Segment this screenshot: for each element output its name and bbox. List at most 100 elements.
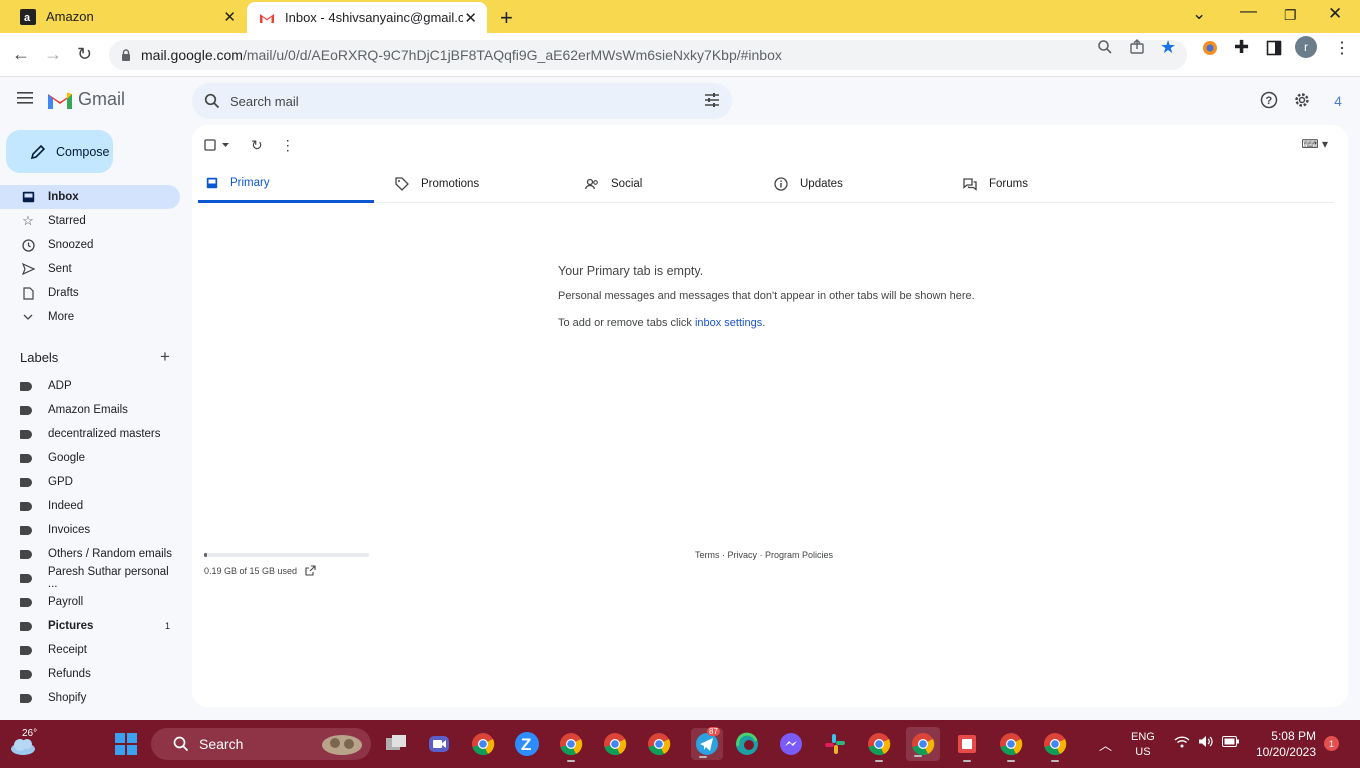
label-tag-icon: [20, 381, 32, 391]
nav-item-more[interactable]: More: [0, 305, 180, 329]
bookmark-star-icon[interactable]: ★: [1160, 37, 1176, 58]
tab-social[interactable]: Social: [577, 165, 753, 203]
chrome-icon[interactable]: [471, 732, 495, 756]
show-hidden-icons-chevron-icon[interactable]: ︿: [1099, 735, 1112, 754]
chrome-profile-icon[interactable]: [867, 732, 891, 762]
nav-item-sent[interactable]: Sent: [0, 257, 180, 281]
back-icon[interactable]: ←: [12, 44, 30, 65]
label-item[interactable]: Indeed: [0, 494, 180, 518]
tab-updates[interactable]: Updates: [766, 165, 942, 203]
wifi-icon[interactable]: [1174, 735, 1190, 751]
windows-start-icon[interactable]: [115, 733, 137, 760]
notification-count-badge[interactable]: 1: [1324, 736, 1339, 751]
forward-icon[interactable]: →: [44, 44, 62, 65]
label-item[interactable]: Paresh Suthar personal ...: [0, 566, 180, 590]
label-item[interactable]: Amazon Emails: [0, 398, 180, 422]
zoom-search-icon[interactable]: [1097, 39, 1113, 60]
label-item[interactable]: Shopify: [0, 686, 180, 710]
tab-forums[interactable]: Forums: [955, 165, 1131, 203]
snipping-tool-icon[interactable]: [955, 732, 979, 762]
reload-icon[interactable]: ↻: [77, 44, 92, 65]
telegram-icon[interactable]: 87: [691, 727, 723, 760]
chrome-profile-icon[interactable]: [559, 732, 583, 762]
extension-orange-icon[interactable]: [1202, 40, 1218, 61]
external-link-icon[interactable]: [305, 565, 316, 576]
main-menu-icon[interactable]: [17, 91, 35, 105]
share-icon[interactable]: [1129, 39, 1145, 60]
messenger-icon[interactable]: [779, 732, 803, 756]
teams-meet-icon[interactable]: [427, 732, 451, 756]
extensions-puzzle-icon[interactable]: ✚: [1234, 37, 1249, 58]
compose-button[interactable]: Compose: [6, 130, 113, 173]
add-label-icon[interactable]: +: [160, 347, 170, 367]
search-input[interactable]: [230, 93, 670, 109]
taskbar-search-box[interactable]: Search: [151, 728, 371, 760]
chrome-profile-icon[interactable]: [603, 732, 627, 756]
clock-time: 5:08 PM: [1271, 729, 1316, 743]
browser-tab-inbox[interactable]: Inbox - 4shivsanyainc@gmail.co ✕: [247, 2, 487, 33]
label-tag-icon: [20, 693, 32, 703]
nav-item-starred[interactable]: ☆ Starred: [0, 209, 180, 233]
account-avatar[interactable]: 4: [1327, 90, 1349, 112]
label-item[interactable]: GPD: [0, 470, 180, 494]
label-tag-icon: [20, 573, 32, 583]
refresh-icon[interactable]: ↻: [251, 137, 263, 154]
close-tab-icon[interactable]: ✕: [223, 8, 236, 26]
minimize-icon[interactable]: —: [1240, 1, 1257, 21]
gmail-logo[interactable]: Gmail: [48, 89, 125, 110]
nav-item-inbox[interactable]: Inbox: [0, 185, 180, 209]
browser-tab-title: Amazon: [46, 9, 94, 24]
edge-icon[interactable]: [735, 732, 759, 756]
nav-item-snoozed[interactable]: Snoozed: [0, 233, 180, 257]
telegram-badge: 87: [707, 727, 720, 736]
zoom-icon[interactable]: Z: [515, 732, 539, 756]
volume-icon[interactable]: [1198, 735, 1214, 751]
help-icon[interactable]: ?: [1260, 91, 1278, 109]
label-item[interactable]: Pictures 1: [0, 614, 180, 638]
more-options-icon[interactable]: ⋮: [281, 137, 295, 154]
label-item[interactable]: Receipt: [0, 638, 180, 662]
label-item[interactable]: decentralized masters: [0, 422, 180, 446]
side-panel-icon[interactable]: [1266, 40, 1282, 61]
search-icon[interactable]: [204, 93, 220, 109]
select-checkbox-icon[interactable]: [204, 139, 216, 151]
chrome-profile-icon[interactable]: [999, 732, 1023, 762]
chrome-profile-icon[interactable]: [647, 732, 671, 756]
slack-icon[interactable]: [823, 732, 847, 756]
task-view-icon[interactable]: [384, 732, 408, 756]
label-item[interactable]: Payroll: [0, 590, 180, 614]
close-tab-icon[interactable]: ✕: [464, 9, 477, 27]
label-item[interactable]: Others / Random emails: [0, 542, 180, 566]
browser-menu-icon[interactable]: ⋮: [1334, 38, 1350, 58]
new-tab-icon[interactable]: +: [500, 5, 513, 31]
select-dropdown-icon[interactable]: [222, 143, 229, 147]
terms-link[interactable]: Terms: [695, 550, 720, 560]
close-window-icon[interactable]: ✕: [1328, 4, 1342, 24]
tab-promotions[interactable]: Promotions: [387, 165, 563, 203]
label-name: Others / Random emails: [48, 548, 172, 560]
search-bar[interactable]: [192, 83, 732, 119]
profile-avatar[interactable]: r: [1295, 36, 1317, 58]
tab-primary[interactable]: Primary: [198, 165, 374, 203]
inbox-settings-link[interactable]: inbox settings: [695, 317, 762, 329]
nav-item-drafts[interactable]: Drafts: [0, 281, 180, 305]
settings-gear-icon[interactable]: [1293, 91, 1311, 109]
tab-search-chevron-icon[interactable]: ⌄: [1192, 4, 1206, 24]
input-tools-keyboard-icon[interactable]: ⌨ ▾: [1301, 137, 1328, 151]
input-language[interactable]: ENG US: [1131, 730, 1155, 760]
tab-label: Forums: [989, 178, 1028, 190]
label-item[interactable]: Google: [0, 446, 180, 470]
chrome-active-icon[interactable]: [906, 727, 940, 761]
address-bar[interactable]: mail.google.com/mail/u/0/d/AEoRXRQ-9C7hD…: [109, 40, 1187, 70]
label-item[interactable]: Refunds: [0, 662, 180, 686]
search-options-icon[interactable]: [704, 92, 720, 108]
browser-tab-amazon[interactable]: a Amazon ✕: [0, 0, 246, 33]
label-item[interactable]: ADP: [0, 374, 180, 398]
label-item[interactable]: Invoices: [0, 518, 180, 542]
chrome-profile-icon[interactable]: [1043, 732, 1067, 762]
privacy-link[interactable]: Privacy: [728, 550, 758, 560]
program-policies-link[interactable]: Program Policies: [765, 550, 833, 560]
restore-icon[interactable]: ❐: [1284, 7, 1297, 24]
battery-icon[interactable]: [1222, 735, 1240, 750]
clock[interactable]: 5:08 PM 10/20/2023: [1250, 728, 1316, 760]
